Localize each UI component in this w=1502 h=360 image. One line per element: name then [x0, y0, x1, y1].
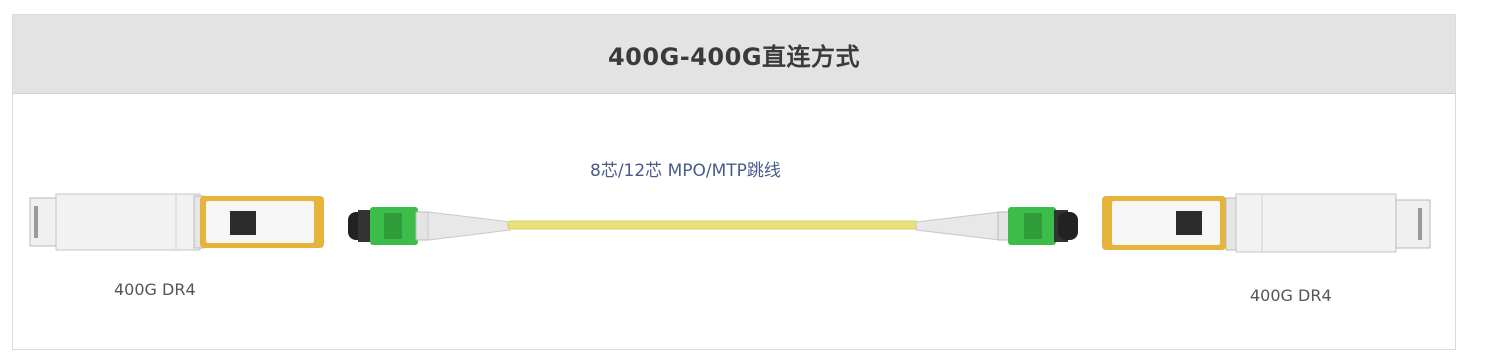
- right-module-label: 400G DR4: [1250, 286, 1332, 305]
- left-mpo-connector: [348, 207, 511, 245]
- left-transceiver-module: [29, 193, 324, 251]
- right-mpo-connector: [915, 207, 1078, 245]
- right-transceiver-module: [1102, 193, 1431, 253]
- cable-label: 8芯/12芯 MPO/MTP跳线: [590, 161, 781, 181]
- fiber-cable: [507, 220, 919, 230]
- left-module-label: 400G DR4: [114, 280, 196, 299]
